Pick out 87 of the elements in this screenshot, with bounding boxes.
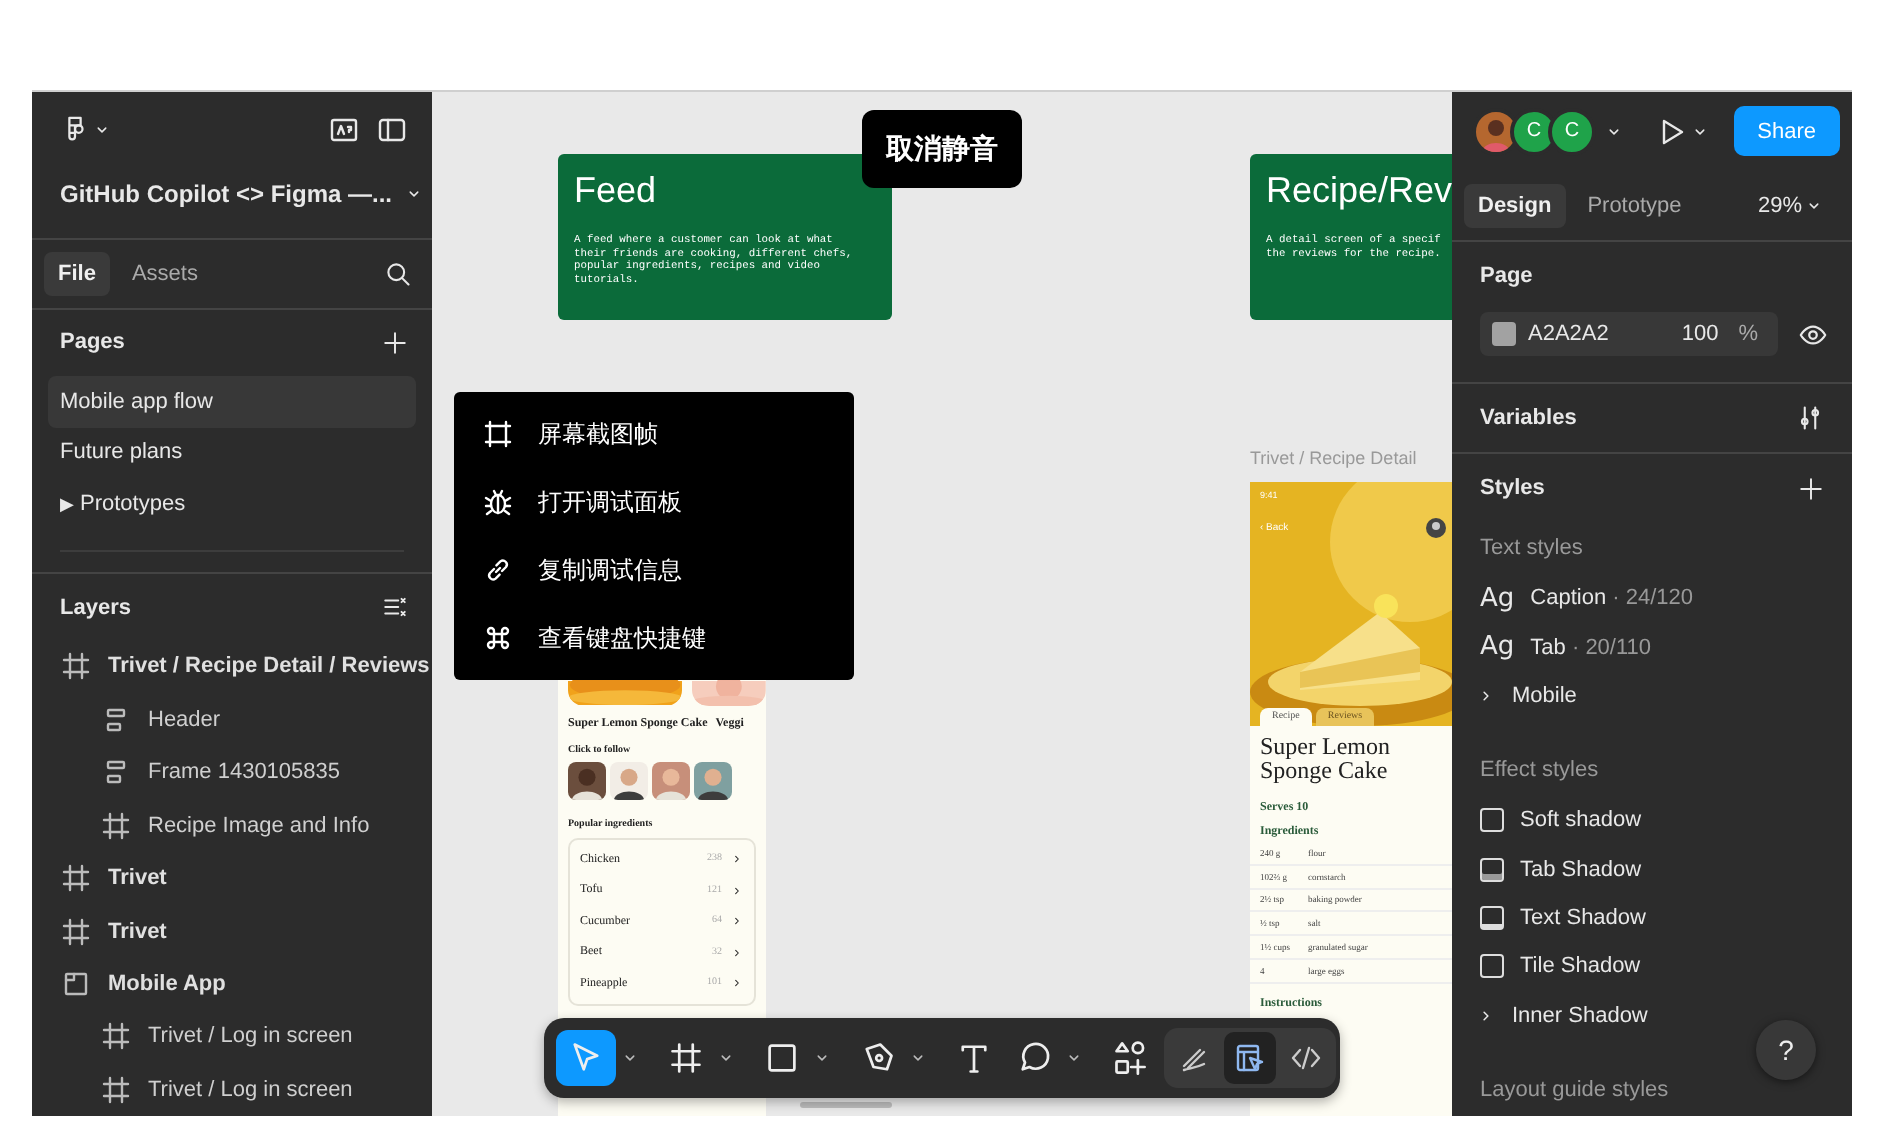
effect-icon: [1480, 906, 1504, 931]
menu-item[interactable]: 复制调试信息: [454, 536, 854, 604]
style-group[interactable]: Mobile: [1452, 671, 1852, 721]
plus-icon: [1798, 475, 1824, 502]
section-title: Pages: [60, 330, 127, 355]
frame-icon: [668, 1040, 704, 1076]
command-icon: [482, 622, 514, 654]
chevron-icon: [730, 914, 744, 929]
frame-icon: [482, 418, 514, 450]
text-style-item[interactable]: Ag Caption · 24/120: [1452, 574, 1852, 623]
page-item[interactable]: ▶ Prototypes: [48, 478, 416, 531]
text-tool-icon: [956, 1040, 992, 1076]
cursor-icon: [568, 1040, 604, 1076]
card-title: Feed: [574, 170, 659, 212]
effect-style-item[interactable]: Text Shadow: [1452, 893, 1852, 943]
link-icon: [482, 554, 514, 586]
panel-tab[interactable]: File: [44, 251, 110, 296]
panel-tab[interactable]: Prototype: [1573, 183, 1696, 228]
layer-item[interactable]: Trivet / Log in screen: [32, 1010, 432, 1064]
pen-icon: [860, 1040, 896, 1076]
zoom-menu[interactable]: 29%: [1753, 189, 1828, 222]
layer-item[interactable]: Trivet / Recipe Detail / Reviews: [32, 640, 432, 694]
bug-icon: [482, 486, 514, 518]
section-title: Page: [1480, 263, 1533, 288]
avatar-icon: [1426, 518, 1446, 538]
collapse-layers-icon: [382, 594, 408, 621]
tool-button[interactable]: [556, 1030, 616, 1086]
search-icon: [384, 259, 412, 288]
group-title: Text styles: [1480, 536, 1583, 561]
layer-item[interactable]: Trivet: [32, 904, 432, 958]
color-swatch[interactable]: [1492, 322, 1516, 347]
section-title: Variables: [1480, 406, 1579, 431]
actions-icon: [1112, 1040, 1148, 1076]
frame-icon: [100, 1073, 132, 1106]
effect-icon: [1480, 857, 1504, 882]
panel-tab[interactable]: Design: [1464, 183, 1566, 228]
rectangle-icon: [764, 1040, 800, 1076]
comment-icon: [1016, 1040, 1052, 1076]
card-title: Recipe/Rev: [1266, 170, 1452, 212]
frame-icon: [60, 862, 92, 895]
design-mode-icon: [1234, 1042, 1266, 1074]
sidebar-icon: [376, 113, 408, 146]
effect-style-item[interactable]: Tab Shadow: [1452, 845, 1852, 894]
frame-icon: [100, 809, 132, 842]
section-title: Styles: [1480, 476, 1547, 501]
variables-icon: [1796, 404, 1824, 433]
panel-tab[interactable]: Assets: [117, 251, 212, 296]
chevron-icon: [730, 945, 744, 960]
file-title[interactable]: GitHub Copilot <> Figma —...: [60, 179, 393, 208]
section-title: Layers: [60, 595, 133, 620]
chevron-icon: [730, 883, 744, 898]
fill-field[interactable]: A2A2A2 100 %: [1480, 312, 1778, 357]
scrollbar[interactable]: [800, 1102, 892, 1108]
layer-item[interactable]: Frame 1430105835: [32, 746, 432, 799]
mode-button[interactable]: [1224, 1032, 1276, 1084]
menu-item[interactable]: 查看键盘快捷键: [454, 604, 854, 672]
effect-style-item[interactable]: Soft shadow: [1452, 796, 1852, 845]
recipe-title: Super Lemon Sponge Cake: [1260, 734, 1392, 782]
frame-icon: [100, 1020, 132, 1053]
menu-item[interactable]: 打开调试面板: [454, 468, 854, 536]
layer-item[interactable]: Trivet: [32, 851, 432, 905]
plus-icon: [382, 329, 408, 356]
text-style-item[interactable]: Ag Tab · 20/110: [1452, 622, 1852, 672]
page-item[interactable]: Mobile app flow: [48, 375, 416, 427]
eye-icon: [1798, 319, 1828, 350]
effect-icon: [1480, 808, 1504, 833]
percent-unit: %: [1738, 322, 1758, 347]
text-box-icon: [328, 113, 360, 146]
page-item[interactable]: Future plans: [48, 427, 416, 479]
frame-icon: [60, 915, 92, 948]
layer-item[interactable]: Recipe Image and Info: [32, 799, 432, 852]
toast: 取消静音: [862, 110, 1022, 188]
help-button[interactable]: ?: [1756, 1020, 1816, 1080]
effect-style-item[interactable]: Tile Shadow: [1452, 942, 1852, 992]
layer-item[interactable]: Header: [32, 693, 432, 747]
chevron-icon: [730, 976, 744, 991]
layer-item[interactable]: Trivet / Log in screen: [32, 1063, 432, 1116]
layer-item[interactable]: Mobile App: [32, 957, 432, 1011]
code-icon: [1290, 1042, 1322, 1074]
frame-icon: [60, 650, 92, 683]
chevron-icon: [730, 852, 744, 867]
effect-icon: [1480, 954, 1504, 979]
section-icon: [60, 967, 92, 1000]
opacity-value: 100: [1681, 322, 1719, 347]
group-title: Layout guide styles: [1480, 1078, 1669, 1102]
group-title: Effect styles: [1480, 758, 1599, 783]
menu-item[interactable]: 屏幕截图帧: [454, 400, 854, 468]
